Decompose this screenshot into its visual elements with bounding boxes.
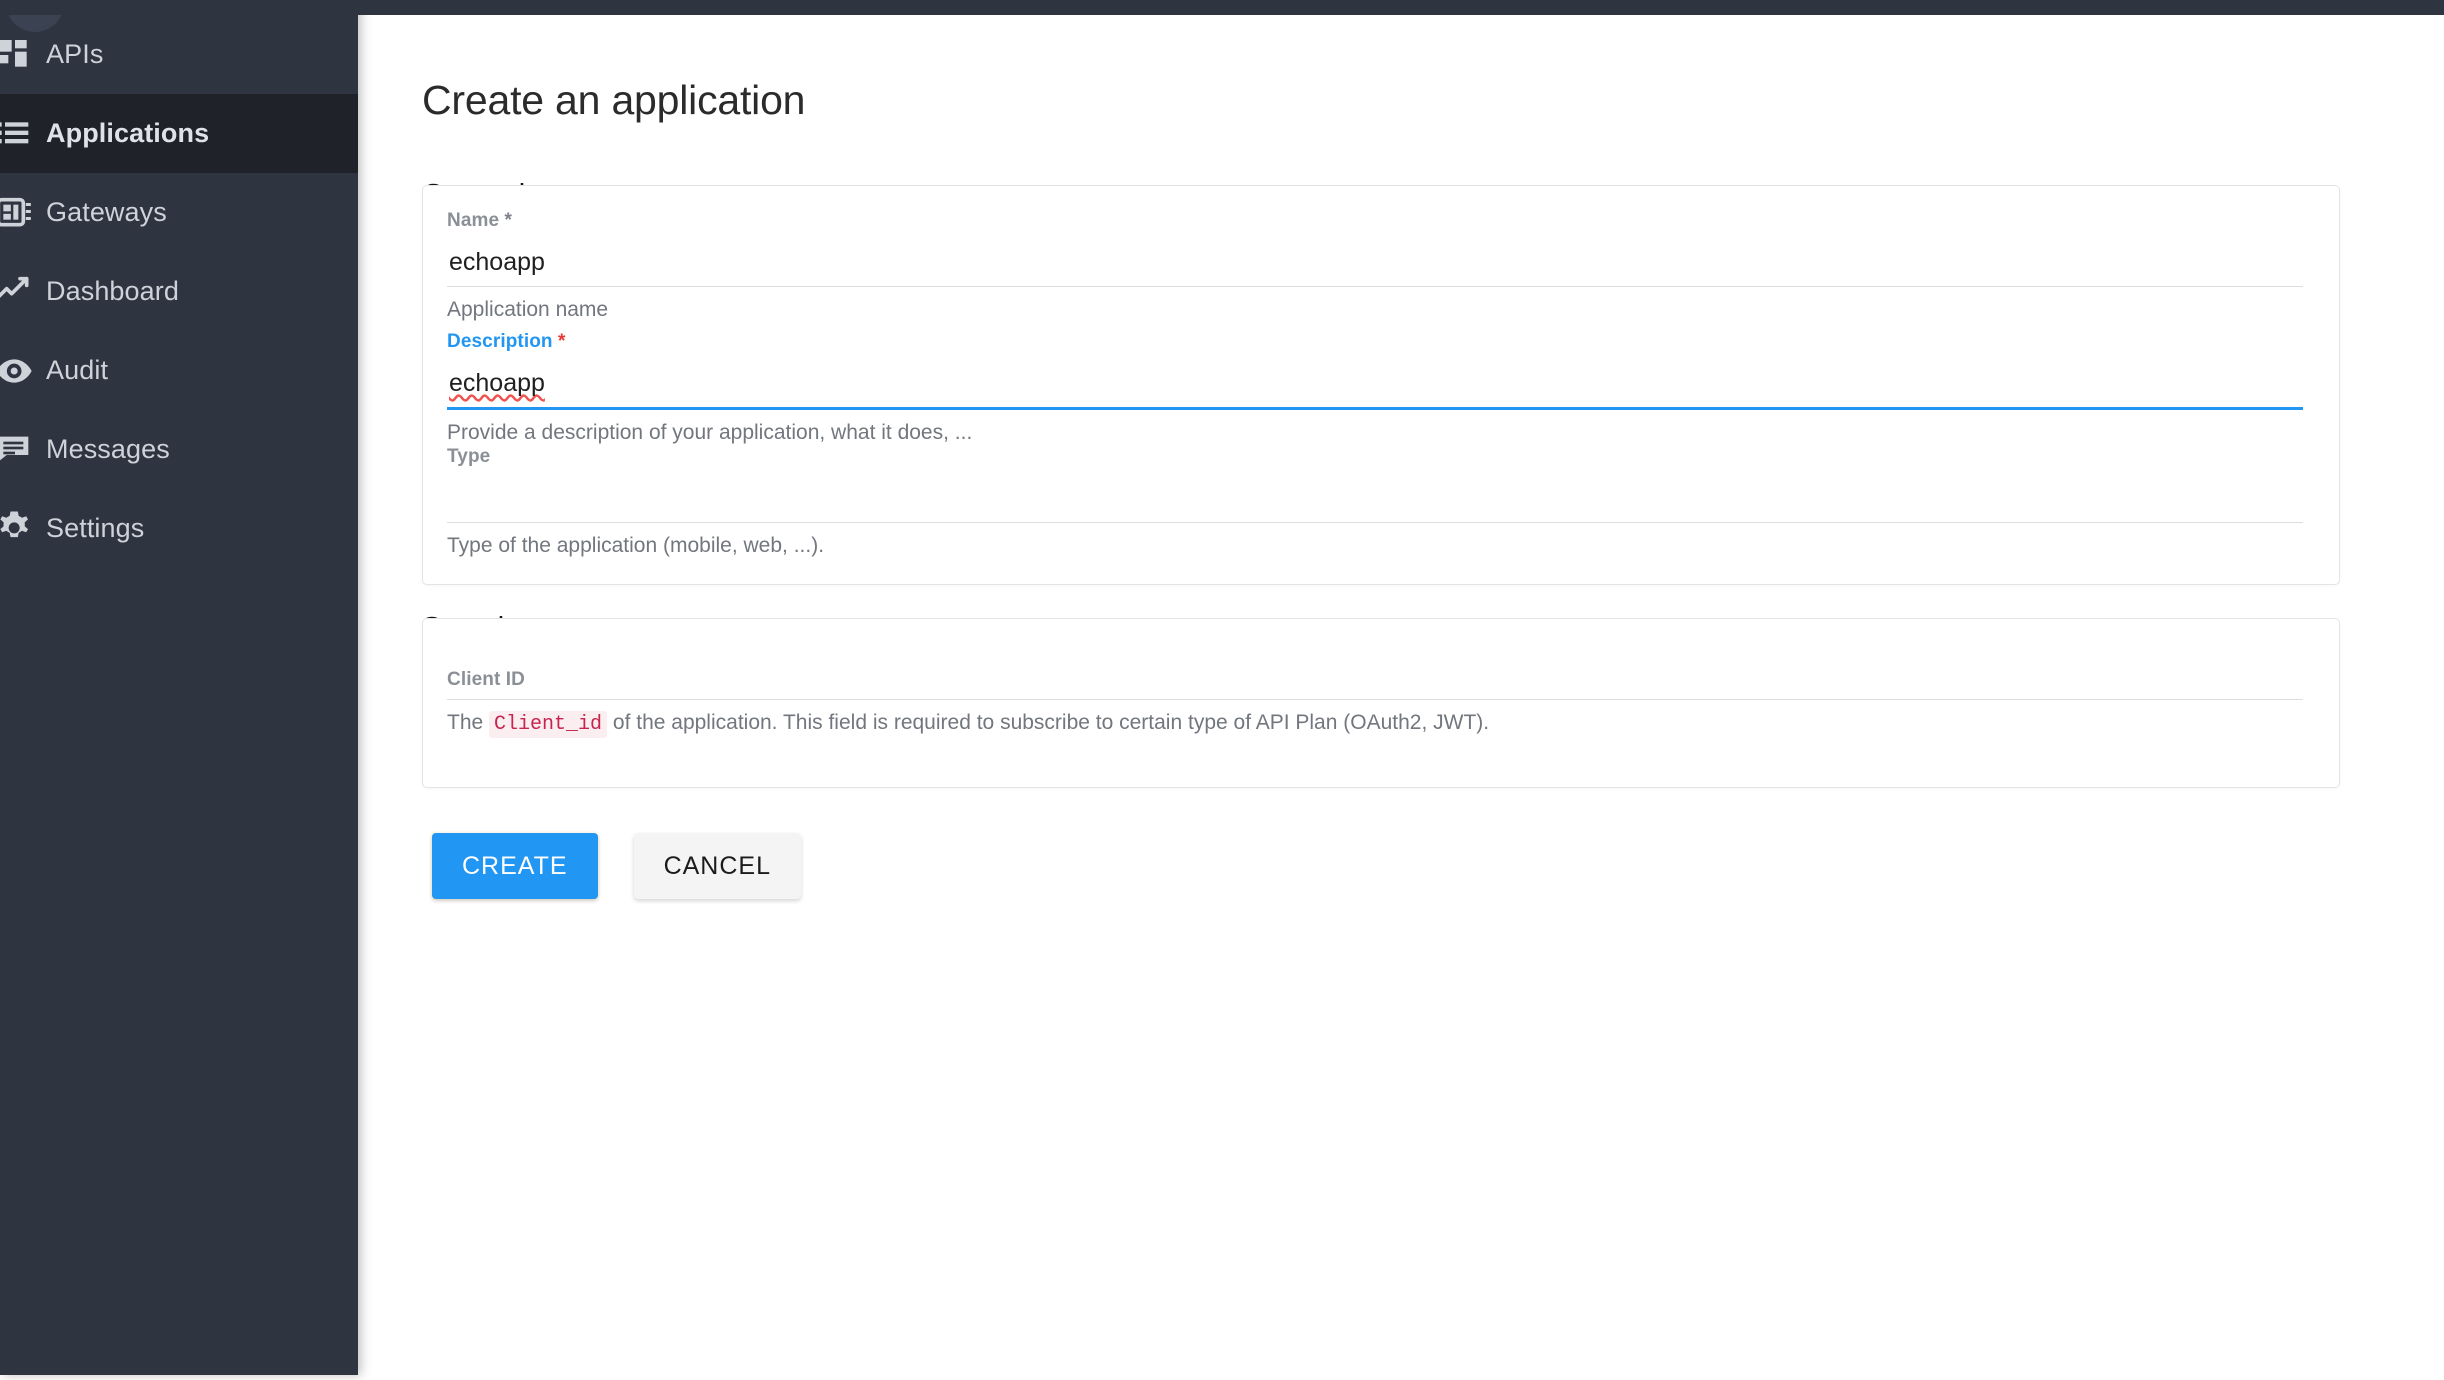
- sidebar-item-dashboard[interactable]: Dashboard: [0, 252, 358, 331]
- field-client-id: Client ID The Client_id of the applicati…: [447, 669, 2303, 738]
- top-bar: [0, 0, 2444, 15]
- type-underline: [447, 522, 2303, 523]
- field-description: Description * echoapp Provide a descript…: [447, 331, 2303, 446]
- sidebar-item-apis[interactable]: APIs: [0, 15, 358, 94]
- description-hint: Provide a description of your applicatio…: [447, 421, 973, 444]
- sidebar-item-label: Audit: [46, 355, 109, 385]
- client-id-hint-before: The: [447, 711, 490, 734]
- field-label-name: Name *: [447, 210, 513, 231]
- description-underline: [447, 407, 2303, 410]
- gateways-icon: [0, 193, 46, 233]
- type-hint: Type of the application (mobile, web, ..…: [447, 534, 825, 557]
- required-marker: *: [558, 331, 566, 352]
- field-name: Name * Application name: [447, 210, 2303, 323]
- client-id-hint-after: of the application. This field is requir…: [607, 711, 1490, 734]
- apis-grid-icon: [0, 35, 46, 75]
- sidebar: APIs Applications Gateways Dashboard Aud…: [0, 0, 358, 1375]
- required-marker: *: [504, 210, 513, 231]
- client-id-code: Client_id: [489, 711, 608, 738]
- security-card: Client ID The Client_id of the applicati…: [422, 618, 2340, 788]
- applications-list-icon: [0, 114, 46, 154]
- sidebar-item-messages[interactable]: Messages: [0, 410, 358, 489]
- name-hint: Application name: [447, 298, 609, 321]
- name-input[interactable]: [447, 238, 2303, 286]
- sidebar-item-applications[interactable]: Applications: [0, 94, 358, 173]
- name-underline: [447, 286, 2303, 287]
- dashboard-chart-icon: [0, 272, 46, 312]
- field-label-client-id: Client ID: [447, 669, 525, 690]
- field-type: Type Type of the application (mobile, we…: [447, 446, 2303, 559]
- sidebar-item-settings[interactable]: Settings: [0, 489, 358, 568]
- messages-icon: [0, 430, 46, 470]
- field-label-type: Type: [447, 446, 491, 467]
- create-button[interactable]: CREATE: [432, 833, 598, 899]
- client-id-underline: [447, 699, 2303, 700]
- sidebar-item-label: Settings: [46, 513, 145, 543]
- sidebar-item-label: Gateways: [46, 197, 167, 227]
- client-id-hint: The Client_id of the application. This f…: [447, 709, 2303, 738]
- action-buttons: CREATE CANCEL: [432, 833, 801, 899]
- sidebar-item-gateways[interactable]: Gateways: [0, 173, 358, 252]
- type-input[interactable]: [447, 474, 2303, 522]
- sidebar-nav: APIs Applications Gateways Dashboard Aud…: [0, 15, 358, 568]
- sidebar-item-label: Dashboard: [46, 276, 179, 306]
- sidebar-item-label: Messages: [46, 434, 170, 464]
- sidebar-item-label: APIs: [46, 39, 104, 69]
- general-card: Name * Application name Description * ec…: [422, 185, 2340, 585]
- settings-gear-icon: [0, 509, 46, 549]
- sidebar-item-label: Applications: [46, 118, 210, 148]
- sidebar-item-audit[interactable]: Audit: [0, 331, 358, 410]
- page-title: Create an application: [422, 77, 806, 124]
- cancel-button[interactable]: CANCEL: [633, 833, 801, 899]
- application-root: APIs Applications Gateways Dashboard Aud…: [0, 0, 2444, 1380]
- field-label-description: Description *: [447, 331, 566, 352]
- main-content: Create an application General Name * App…: [358, 15, 2444, 1380]
- description-input[interactable]: echoapp: [447, 359, 2303, 407]
- audit-eye-icon: [0, 351, 46, 391]
